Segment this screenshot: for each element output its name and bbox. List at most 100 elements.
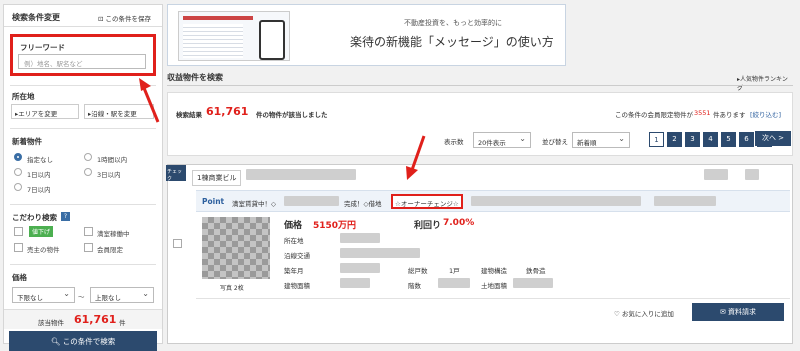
property-card: チェック 1棟商業ビル Point 満室賃貸中！◇ 完成！◇借地 ☆オーナーチェ… xyxy=(166,164,793,344)
redacted-floors xyxy=(438,278,470,288)
banner-image-bar xyxy=(183,16,253,20)
radio-label: 7日以内 xyxy=(27,186,51,194)
count-unit: 件 xyxy=(119,319,126,327)
address-label: 所在地 xyxy=(284,237,304,245)
next-page-button[interactable]: 次へ > xyxy=(755,131,791,146)
land-area-label: 土地面積 xyxy=(481,282,507,290)
banner-title: 楽待の新機能「メッセージ」の使い方 xyxy=(350,35,554,49)
point-text: 満室賃貸中！◇ xyxy=(232,200,276,208)
property-photo[interactable] xyxy=(202,217,270,279)
redacted-transport xyxy=(340,248,420,258)
search-sidebar: 検索条件変更 ⊡ この条件を保存 フリーワード 例）地名、駅名など 所在地 ▸エ… xyxy=(3,4,163,351)
search-button[interactable]: 🔍︎ この条件で検索 xyxy=(9,331,157,351)
radio-label: 3日以内 xyxy=(97,171,121,179)
property-type-tag: 1棟商業ビル xyxy=(192,170,242,186)
request-docs-button[interactable]: ✉ 資料請求 xyxy=(692,303,784,321)
redacted-building-area xyxy=(340,278,370,288)
filter-members-link[interactable]: [絞り込む] xyxy=(750,109,781,119)
radio-new-none[interactable] xyxy=(14,153,22,161)
select-checkbox[interactable] xyxy=(173,239,182,248)
pref-checkbox[interactable] xyxy=(14,243,23,252)
new-listing-label: 新着物件 xyxy=(12,137,42,146)
units-label: 総戸数 xyxy=(408,267,428,275)
count-value: 61,761 xyxy=(74,313,117,326)
pref-label: 会員限定 xyxy=(97,246,123,254)
price-separator: 〜 xyxy=(78,293,85,301)
price-label: 価格 xyxy=(12,273,27,282)
yield-label: 利回り xyxy=(414,221,442,231)
price-min-select[interactable]: 下限なし xyxy=(12,287,75,303)
price-label: 価格 xyxy=(284,221,303,231)
divider xyxy=(10,264,156,265)
page-3-button[interactable]: 3 xyxy=(685,132,700,147)
structure-value: 鉄骨造 xyxy=(526,267,546,275)
redacted-address xyxy=(340,233,380,243)
page-title: 収益物件を検索 xyxy=(167,73,223,82)
redacted-point-2 xyxy=(471,196,641,206)
redacted-info xyxy=(745,169,759,180)
message-banner[interactable]: 不動産投資を、もっと効率的に 楽待の新機能「メッセージ」の使い方 xyxy=(167,4,566,66)
radio-new-1h[interactable] xyxy=(84,153,92,161)
save-icon: ⊡ xyxy=(98,15,106,23)
price-max-select[interactable]: 上限なし xyxy=(90,287,154,303)
result-bar: 検索結果 61,761 件の物件が該当しました この条件の会員限定物件が 355… xyxy=(167,92,793,156)
radio-new-1d[interactable] xyxy=(14,168,22,176)
redacted-date xyxy=(704,169,728,180)
radio-new-7d[interactable] xyxy=(14,183,22,191)
units-value: 1戸 xyxy=(449,267,460,275)
save-condition-link[interactable]: ⊡ この条件を保存 xyxy=(98,13,151,23)
pref-checkbox[interactable] xyxy=(84,243,93,252)
request-docs-label: 資料請求 xyxy=(728,308,757,316)
freeword-input[interactable]: 例）地名、駅名など xyxy=(18,54,146,69)
transport-label: 沿線交通 xyxy=(284,252,310,260)
radio-new-3d[interactable] xyxy=(84,168,92,176)
location-label: 所在地 xyxy=(12,92,35,101)
pref-checkbox[interactable] xyxy=(84,227,93,236)
divider xyxy=(10,85,156,86)
divider xyxy=(10,204,156,205)
owner-change-highlight: ☆オーナーチェンジ☆ xyxy=(391,194,463,209)
mail-icon: ✉ xyxy=(719,308,729,316)
point-text-2: 完成！◇借地 xyxy=(344,200,382,208)
help-icon[interactable]: ? xyxy=(61,212,70,221)
search-icon: 🔍︎ xyxy=(50,337,63,346)
page-5-button[interactable]: 5 xyxy=(721,132,736,147)
result-count: 61,761 xyxy=(206,105,249,118)
banner-image-lines xyxy=(183,24,243,58)
divider xyxy=(167,85,793,86)
check-badge[interactable]: チェック xyxy=(166,165,186,182)
display-count-select[interactable]: 20件表示 xyxy=(473,132,531,148)
main-content: 収益物件を検索 ▸人気物件ランキング 検索結果 61,761 件の物件が該当しま… xyxy=(166,72,793,344)
ranking-link[interactable]: ▸人気物件ランキング xyxy=(737,74,793,92)
page-4-button[interactable]: 4 xyxy=(703,132,718,147)
pref-label: 売主の物件 xyxy=(27,246,60,254)
pref-checkbox[interactable] xyxy=(14,227,23,236)
save-condition-label: この条件を保存 xyxy=(105,15,152,23)
members-count: 3551 xyxy=(694,109,711,117)
sidebar-title: 検索条件変更 xyxy=(12,13,60,22)
freeword-section: フリーワード 例）地名、駅名など xyxy=(10,34,156,76)
display-count-label: 表示数 xyxy=(444,138,464,146)
line-change-label: 沿線・駅を変更 xyxy=(91,110,137,118)
sort-select[interactable]: 新着順 xyxy=(572,132,630,148)
photo-caption: 写真 2枚 xyxy=(220,285,244,292)
page-6-button[interactable]: 6 xyxy=(739,132,754,147)
owner-change-text: ☆オーナーチェンジ☆ xyxy=(395,200,459,208)
result-prefix: 検索結果 xyxy=(176,111,202,119)
page-1-button[interactable]: 1 xyxy=(649,132,664,147)
area-change-button[interactable]: ▸エリアを変更 xyxy=(11,104,79,119)
yield-value: 7.00% xyxy=(443,218,475,228)
price-value: 5150万円 xyxy=(313,221,357,231)
price-down-tag: 値下げ xyxy=(29,226,54,237)
redacted-title xyxy=(246,169,356,180)
members-prefix: この条件の会員限定物件が xyxy=(615,111,693,119)
heart-icon: ♡ xyxy=(614,310,622,318)
redacted-land-area xyxy=(513,278,553,288)
structure-label: 建物構造 xyxy=(481,267,507,275)
ranking-label: 人気物件ランキング xyxy=(737,76,788,92)
annotation-arrow-owner-change xyxy=(406,135,426,180)
divider xyxy=(196,298,790,299)
favorite-button[interactable]: ♡ お気に入りに追加 xyxy=(614,308,674,318)
banner-screenshot-image xyxy=(178,11,290,61)
page-2-button[interactable]: 2 xyxy=(667,132,682,147)
